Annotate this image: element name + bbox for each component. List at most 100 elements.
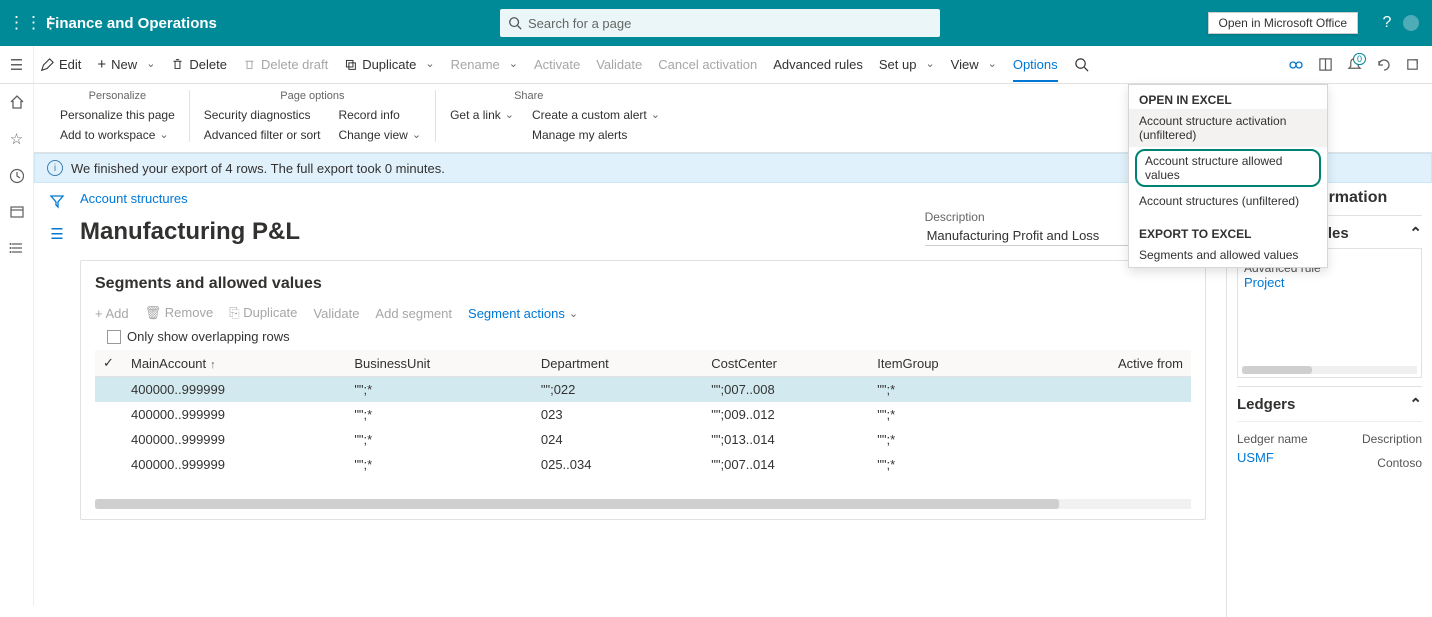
cell-main: 400000..999999 bbox=[123, 377, 346, 403]
ledger-desc-col: Description bbox=[1362, 432, 1422, 446]
overlap-checkbox[interactable] bbox=[107, 330, 121, 344]
options-label: Options bbox=[1013, 57, 1058, 72]
create-custom-alert[interactable]: Create a custom alert bbox=[532, 108, 660, 122]
clock-icon[interactable] bbox=[9, 168, 25, 184]
card-title: Segments and allowed values bbox=[95, 275, 1191, 293]
delete-button[interactable]: Delete bbox=[171, 57, 227, 72]
cell-bu: "";* bbox=[346, 377, 533, 403]
popout-icon[interactable] bbox=[1405, 57, 1420, 72]
validate-rows-button[interactable]: Validate bbox=[313, 306, 359, 321]
table-row[interactable]: 400000..999999 "";* 025..034 "";007..014… bbox=[95, 452, 1191, 477]
delete-draft-button[interactable]: Delete draft bbox=[243, 57, 328, 72]
breadcrumb[interactable]: Account structures bbox=[80, 191, 188, 206]
cell-main: 400000..999999 bbox=[123, 427, 346, 452]
help-icon[interactable]: ? bbox=[1372, 14, 1402, 32]
cell-dept: 024 bbox=[533, 427, 703, 452]
remove-button[interactable]: 🗑 Remove bbox=[145, 305, 214, 321]
open-item-structures[interactable]: Account structures (unfiltered) bbox=[1129, 189, 1327, 213]
rule-scrollbar[interactable] bbox=[1242, 366, 1417, 374]
user-avatar-icon[interactable] bbox=[1402, 14, 1432, 32]
cell-dept: "";022 bbox=[533, 377, 703, 403]
duplicate-button[interactable]: Duplicate bbox=[344, 57, 434, 72]
cell-cc: "";007..008 bbox=[703, 377, 869, 403]
info-icon: i bbox=[47, 160, 63, 176]
personalize-page[interactable]: Personalize this page bbox=[60, 108, 175, 122]
export-item-segments[interactable]: Segments and allowed values bbox=[1129, 243, 1327, 267]
home-icon[interactable] bbox=[9, 94, 25, 110]
col-department[interactable]: Department bbox=[533, 350, 703, 377]
set-up-button[interactable]: Set up bbox=[879, 57, 935, 72]
col-businessunit[interactable]: BusinessUnit bbox=[346, 350, 533, 377]
duplicate-row-button[interactable]: ⎘ Duplicate bbox=[229, 305, 297, 321]
activate-button[interactable]: Activate bbox=[534, 57, 580, 72]
advanced-filter[interactable]: Advanced filter or sort bbox=[204, 128, 321, 142]
col-activefrom[interactable]: Active from bbox=[1026, 350, 1191, 377]
open-in-excel-head: OPEN IN EXCEL bbox=[1129, 85, 1327, 109]
open-item-activation[interactable]: Account structure activation (unfiltered… bbox=[1129, 109, 1327, 147]
add-button[interactable]: + Add bbox=[95, 306, 129, 321]
change-view[interactable]: Change view bbox=[338, 128, 421, 142]
waffle-icon[interactable]: ⋮⋮⋮ bbox=[8, 13, 38, 33]
export-to-excel-head: EXPORT TO EXCEL bbox=[1129, 219, 1327, 243]
edit-button[interactable]: Edit bbox=[40, 57, 81, 72]
view-button[interactable]: View bbox=[951, 57, 997, 72]
dup-label: Duplicate bbox=[243, 305, 297, 320]
table-row[interactable]: 400000..999999 "";* 023 "";009..012 "";* bbox=[95, 402, 1191, 427]
office-icon[interactable] bbox=[1318, 57, 1333, 72]
cell-dept: 025..034 bbox=[533, 452, 703, 477]
options-button[interactable]: Options bbox=[1013, 57, 1058, 82]
chevron-up-icon: ⌃ bbox=[1409, 395, 1422, 413]
list-icon[interactable] bbox=[9, 240, 25, 256]
app-title: Finance and Operations bbox=[46, 15, 217, 32]
activate-label: Activate bbox=[534, 57, 580, 72]
addseg-label: Add segment bbox=[375, 306, 452, 321]
info-text: We finished your export of 4 rows. The f… bbox=[71, 161, 445, 176]
add-to-workspace[interactable]: Add to workspace bbox=[60, 128, 175, 142]
segment-actions-button[interactable]: Segment actions bbox=[468, 306, 578, 321]
find-button[interactable] bbox=[1074, 57, 1089, 72]
checkmark-col[interactable]: ✓ bbox=[95, 350, 123, 377]
ledger-row-name[interactable]: USMF bbox=[1237, 450, 1274, 470]
open-item-allowed-values[interactable]: Account structure allowed values bbox=[1135, 149, 1321, 187]
ledgers-section[interactable]: Ledgers ⌃ bbox=[1237, 395, 1422, 413]
col-costcenter[interactable]: CostCenter bbox=[703, 350, 869, 377]
module-icon[interactable] bbox=[9, 204, 25, 220]
page-options-head: Page options bbox=[204, 90, 421, 102]
validate-button[interactable]: Validate bbox=[596, 57, 642, 72]
filter-icon[interactable] bbox=[49, 193, 65, 209]
table-row[interactable]: 400000..999999 "";* "";022 "";007..008 "… bbox=[95, 377, 1191, 403]
record-info[interactable]: Record info bbox=[338, 108, 421, 122]
search-icon bbox=[508, 16, 522, 30]
h-scrollbar[interactable] bbox=[95, 499, 1191, 509]
validate-label: Validate bbox=[596, 57, 642, 72]
col-itemgroup[interactable]: ItemGroup bbox=[869, 350, 1026, 377]
star-icon[interactable]: ☆ bbox=[10, 130, 23, 148]
edit-label: Edit bbox=[59, 57, 81, 72]
search-box[interactable]: Search for a page bbox=[500, 9, 940, 37]
segact-label: Segment actions bbox=[468, 306, 565, 321]
cell-bu: "";* bbox=[346, 402, 533, 427]
personalize-head: Personalize bbox=[60, 90, 175, 102]
advanced-rules-button[interactable]: Advanced rules bbox=[773, 57, 863, 72]
description-label: Description bbox=[925, 210, 1140, 224]
rename-button[interactable]: Rename bbox=[451, 57, 518, 72]
link-icon[interactable] bbox=[1288, 57, 1304, 73]
page-left-controls: ☰ bbox=[34, 183, 80, 617]
rename-label: Rename bbox=[451, 57, 500, 72]
manage-my-alerts[interactable]: Manage my alerts bbox=[532, 128, 660, 142]
advanced-rule-link[interactable]: Project bbox=[1244, 275, 1415, 290]
get-a-link[interactable]: Get a link bbox=[450, 108, 514, 122]
delete-draft-label: Delete draft bbox=[261, 57, 328, 72]
security-diagnostics[interactable]: Security diagnostics bbox=[204, 108, 321, 122]
action-bar: Edit + New Delete Delete draft Duplicate… bbox=[0, 46, 1432, 84]
table-row[interactable]: 400000..999999 "";* 024 "";013..014 "";* bbox=[95, 427, 1191, 452]
add-segment-button[interactable]: Add segment bbox=[375, 306, 452, 321]
chevron-up-icon: ⌃ bbox=[1409, 224, 1422, 242]
cancel-activation-button[interactable]: Cancel activation bbox=[658, 57, 757, 72]
col-mainaccount[interactable]: MainAccount bbox=[123, 350, 346, 377]
list-toggle-icon[interactable]: ☰ bbox=[50, 225, 63, 243]
refresh-icon[interactable] bbox=[1376, 57, 1391, 72]
notification-icon[interactable]: 0 bbox=[1347, 57, 1362, 72]
new-button[interactable]: + New bbox=[97, 56, 155, 73]
description-value[interactable]: Manufacturing Profit and Loss bbox=[925, 226, 1140, 246]
